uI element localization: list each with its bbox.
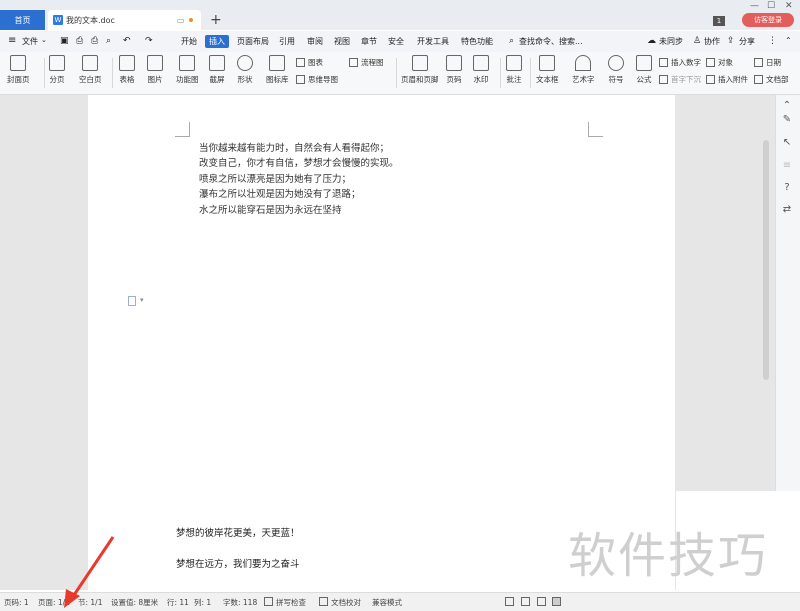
red-arrow-annotation (64, 536, 115, 608)
arrow-shaft (70, 536, 115, 599)
